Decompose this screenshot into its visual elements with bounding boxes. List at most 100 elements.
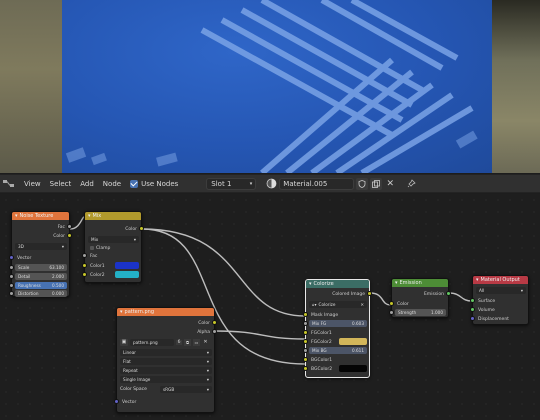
socket-fgcolor1-in[interactable] [303, 330, 308, 335]
input-vector: Vector [122, 399, 137, 405]
distortion-field[interactable]: Distortion 0.000 [15, 290, 67, 297]
socket-color2-in[interactable] [82, 272, 87, 277]
socket-detail-in[interactable] [9, 274, 14, 279]
material-output-node[interactable]: ▾ Material Output All ▾ Surface Volume Di… [470, 275, 529, 325]
projection-dropdown[interactable]: Flat ▾ [120, 358, 212, 365]
socket-color-out[interactable] [67, 233, 72, 238]
noise-texture-node[interactable]: ▾ Noise Texture Fac Color 3D ▾ Vector Sca… [9, 211, 72, 297]
node-header[interactable]: ▾ Mix [85, 212, 141, 220]
socket-mix-bg-in[interactable] [303, 348, 308, 353]
socket-volume-in[interactable] [470, 307, 475, 312]
link-noise-fac-to-mix [69, 216, 85, 230]
fgcolor2-swatch[interactable] [339, 338, 367, 345]
image-icon[interactable]: ▣ [120, 338, 128, 346]
roughness-field[interactable]: Roughness 0.500 [15, 282, 67, 289]
3d-viewport-preview[interactable] [0, 0, 540, 173]
image-texture-node[interactable]: ▾ pattern.png Color Alpha ▣ pattern.png … [114, 307, 217, 413]
emission-node[interactable]: ▾ Emission Emission Color Strength 1.000 [389, 278, 451, 318]
node-editor-canvas[interactable]: ▾ Noise Texture Fac Color 3D ▾ Vector Sca… [0, 194, 540, 420]
textured-plane [62, 0, 492, 173]
viewport-background-left [0, 0, 62, 173]
collapse-icon[interactable]: ▾ [120, 309, 123, 315]
image-selector[interactable]: ▣ pattern.png 6 ⧉ ▭ ✕ [120, 338, 212, 346]
image-name-field[interactable]: pattern.png [130, 338, 174, 346]
socket-mask-image-in[interactable] [303, 312, 308, 317]
mode-dropdown[interactable]: ⌂▾ Colorize ✕ [309, 301, 367, 308]
dimension-dropdown[interactable]: 3D ▾ [15, 243, 67, 250]
input-displacement: Displacement [478, 316, 509, 322]
socket-fac-in[interactable] [82, 253, 87, 258]
color1-swatch[interactable] [115, 262, 139, 269]
socket-color-in[interactable] [389, 301, 394, 306]
colorize-node[interactable]: ▾ Colorize Colored Image ⌂▾ Colorize ✕ M… [303, 279, 372, 378]
socket-strength-in[interactable] [389, 310, 394, 315]
scale-field[interactable]: Scale 63.100 [15, 264, 67, 271]
use-nodes-checkbox[interactable] [130, 179, 139, 188]
socket-colored-image-out[interactable] [367, 291, 372, 296]
detail-field[interactable]: Detail 2.000 [15, 273, 67, 280]
close-icon[interactable]: ✕ [360, 302, 364, 307]
menu-view[interactable]: View [24, 180, 41, 188]
stripe-pattern [65, 0, 478, 173]
color2-swatch[interactable] [115, 271, 139, 278]
socket-fac-out[interactable] [67, 224, 72, 229]
node-header[interactable]: ▾ Noise Texture [12, 212, 69, 220]
socket-surface-in[interactable] [470, 298, 475, 303]
bgcolor2-swatch[interactable] [339, 365, 367, 372]
collapse-icon[interactable]: ▾ [395, 280, 398, 286]
socket-vector-in[interactable] [114, 399, 119, 404]
viewport-background-right [492, 0, 540, 173]
node-title: Material Output [480, 277, 520, 283]
extension-dropdown[interactable]: Repeat ▾ [120, 367, 212, 374]
use-nodes-toggle[interactable]: Use Nodes [130, 179, 179, 188]
pin-icon[interactable] [405, 178, 417, 190]
socket-scale-in[interactable] [9, 265, 14, 270]
clamp-checkbox[interactable]: Clamp [85, 244, 141, 252]
mix-bg-field[interactable]: Mix BG 0.611 [309, 347, 367, 354]
socket-mix-fg-in[interactable] [303, 321, 308, 326]
mix-node[interactable]: ▾ Mix Color Mix ▾ Clamp Fac Color1 Color2 [82, 211, 144, 283]
node-header[interactable]: ▾ pattern.png [117, 308, 214, 316]
duplicate-material-icon[interactable] [370, 177, 383, 190]
socket-color-out[interactable] [212, 320, 217, 325]
socket-fgcolor2-in[interactable] [303, 339, 308, 344]
socket-color-out[interactable] [139, 226, 144, 231]
collapse-icon[interactable]: ▾ [88, 213, 91, 219]
interpolation-dropdown[interactable]: Linear ▾ [120, 349, 212, 356]
slot-dropdown[interactable]: Slot 1 ▾ [206, 177, 257, 190]
unlink-close-icon[interactable]: ✕ [384, 178, 396, 190]
close-icon[interactable]: ✕ [202, 339, 209, 346]
node-header[interactable]: ▾ Emission [392, 279, 448, 287]
menu-add[interactable]: Add [80, 180, 94, 188]
socket-roughness-in[interactable] [9, 283, 14, 288]
collapse-icon[interactable]: ▾ [476, 277, 479, 283]
menu-node[interactable]: Node [103, 180, 121, 188]
socket-alpha-out[interactable] [212, 329, 217, 334]
socket-emission-out[interactable] [446, 291, 451, 296]
material-browse-icon[interactable] [265, 178, 277, 190]
socket-bgcolor1-in[interactable] [303, 357, 308, 362]
material-name-field[interactable]: Material.005 [279, 177, 355, 190]
source-dropdown[interactable]: Single Image ▾ [120, 376, 212, 383]
duplicate-icon[interactable]: ⧉ [184, 338, 191, 346]
socket-bgcolor2-in[interactable] [303, 366, 308, 371]
folder-icon[interactable]: ▭ [193, 338, 200, 346]
mix-fg-field[interactable]: Mix FG 0.603 [309, 320, 367, 327]
use-nodes-label: Use Nodes [141, 179, 179, 188]
collapse-icon[interactable]: ▾ [309, 281, 312, 287]
socket-distortion-in[interactable] [9, 291, 14, 296]
fake-user-shield-icon[interactable] [356, 177, 369, 190]
strength-field[interactable]: Strength 1.000 [395, 309, 446, 316]
socket-displacement-in[interactable] [470, 316, 475, 321]
target-dropdown[interactable]: All ▾ [476, 287, 526, 294]
node-header[interactable]: ▾ Colorize [306, 280, 369, 288]
socket-vector-in[interactable] [9, 255, 14, 260]
blend-mode-dropdown[interactable]: Mix ▾ [88, 236, 139, 243]
collapse-icon[interactable]: ▾ [15, 213, 18, 219]
editor-type-icon[interactable] [3, 178, 15, 190]
menu-select[interactable]: Select [50, 180, 72, 188]
colorspace-dropdown[interactable]: sRGB ▾ [160, 386, 212, 393]
checkbox-icon[interactable] [90, 246, 94, 250]
socket-color1-in[interactable] [82, 263, 87, 268]
node-header[interactable]: ▾ Material Output [473, 276, 528, 284]
